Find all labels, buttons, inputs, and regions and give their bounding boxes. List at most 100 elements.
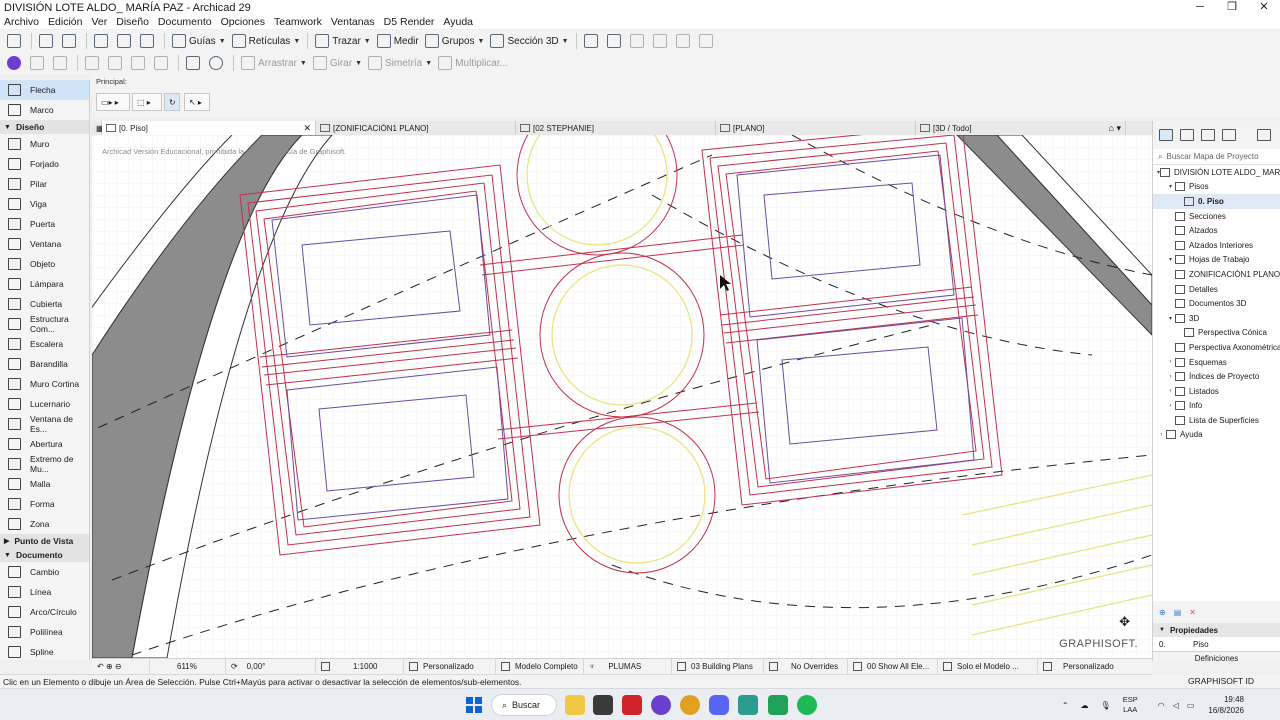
graphic-override-selector[interactable]: No Overrides [764, 658, 848, 675]
navigator-item-secciones[interactable]: Secciones [1153, 209, 1280, 224]
orientation-value[interactable]: ⟳ 0,00° [226, 658, 316, 675]
whatsapp-icon[interactable] [768, 695, 788, 715]
tool-arco-circulo[interactable]: Arco/Círculo [0, 602, 89, 622]
navigator-item-hojas-de-trabajo[interactable]: ▾ Hojas de Trabajo [1153, 253, 1280, 268]
close-button[interactable]: ✕ [1248, 0, 1280, 15]
profile-icon[interactable] [4, 53, 27, 73]
renovation-filter-selector[interactable]: 00 Show All Ele... [848, 658, 938, 675]
navigator-item-indices-de-proyecto[interactable]: › Índices de Proyecto [1153, 369, 1280, 384]
section3d-button[interactable]: Sección 3D ▼ [487, 31, 571, 51]
tool-linea[interactable]: Línea [0, 582, 89, 602]
structure-display-selector[interactable]: Modelo Completo [496, 658, 584, 675]
expand-toggle-icon[interactable]: › [1166, 403, 1175, 409]
tab-plano[interactable]: [PLANO] [716, 121, 916, 135]
tab-overview-icon[interactable]: ▦ [92, 121, 104, 135]
tool-lucernario[interactable]: Lucernario [0, 394, 89, 414]
volume-icon[interactable]: ◁ [1173, 701, 1179, 710]
home-icon[interactable] [4, 31, 27, 51]
layout-icon[interactable] [82, 53, 105, 73]
expand-toggle-icon[interactable]: ▾ [1166, 183, 1175, 190]
navigator-item-documentos-3d[interactable]: Documentos 3D [1153, 296, 1280, 311]
archicad-icon[interactable] [738, 695, 758, 715]
menu-teamwork[interactable]: Teamwork [274, 16, 322, 28]
floor-plan-canvas[interactable]: Archicad Versión Educacional, prohibida … [92, 135, 1152, 658]
camera-icon[interactable] [105, 53, 128, 73]
windows-start-icon[interactable] [466, 697, 482, 713]
tab-stephanie[interactable]: [02 STEPHANIE] [516, 121, 716, 135]
tool-muro-cortina[interactable]: Muro Cortina [0, 374, 89, 394]
tab-0-piso[interactable]: [0. Piso] ✕ [102, 121, 316, 135]
navigator-item-alzados-interiores[interactable]: Alzados Interiores [1153, 238, 1280, 253]
navigator-item-perspectiva-axonometrica[interactable]: Perspectiva Axonométrica [1153, 340, 1280, 355]
tool-muro[interactable]: Muro [0, 134, 89, 154]
navigator-item-zonificacion1-plano[interactable]: ZONIFICACIÓN1 PLANO ( [1153, 267, 1280, 282]
tool-marco[interactable]: Marco [0, 100, 89, 120]
section-documento[interactable]: ▼ Documento [0, 548, 89, 562]
tool-flecha[interactable]: Flecha [0, 80, 89, 100]
undo-zoom-icon[interactable]: ↶ [97, 662, 104, 671]
pen-set-selector[interactable]: ♆ PLUMAS [584, 658, 672, 675]
tool-abertura[interactable]: Abertura [0, 434, 89, 454]
sphere-icon[interactable] [50, 53, 73, 73]
settings-icon[interactable]: ▤ [1174, 608, 1182, 617]
fillet-icon[interactable] [650, 31, 673, 51]
navigator-item-esquemas[interactable]: › Esquemas [1153, 355, 1280, 370]
delete-icon[interactable]: ✕ [1189, 608, 1196, 617]
undo-icon[interactable] [36, 31, 59, 51]
property-value[interactable]: Piso [1193, 640, 1209, 649]
tool-malla[interactable]: Malla [0, 474, 89, 494]
view-3d-icon[interactable] [183, 53, 206, 73]
d5-render-icon[interactable] [651, 695, 671, 715]
navigator-item-listados[interactable]: › Listados [1153, 384, 1280, 399]
eyedropper-icon[interactable] [91, 31, 114, 51]
refresh-icon[interactable]: ↻ [164, 93, 180, 111]
offset-icon[interactable] [696, 31, 719, 51]
cad-app-icon[interactable] [593, 695, 613, 715]
close-icon[interactable]: ✕ [303, 123, 311, 134]
tool-objeto[interactable]: Objeto [0, 254, 89, 274]
guides-button[interactable]: Guías ▼ [169, 31, 229, 51]
rotate-button[interactable]: Girar ▼ [310, 53, 365, 73]
box-icon[interactable] [151, 53, 174, 73]
mvo-selector[interactable]: 03 Building Plans [672, 658, 764, 675]
chevron-up-icon[interactable]: ⌃ [1062, 701, 1069, 710]
pencil-icon[interactable] [114, 31, 137, 51]
zoom-value[interactable]: 611% [150, 658, 226, 675]
groups-button[interactable]: Grupos ▼ [422, 31, 488, 51]
navigator-item-3d[interactable]: ▾ 3D [1153, 311, 1280, 326]
tool-zona[interactable]: Zona [0, 514, 89, 534]
navigator-item-division-lote-aldo-maria-paz[interactable]: ▾DIVISIÓN LOTE ALDO_ MARÍA PAZ [1153, 165, 1280, 180]
split-icon[interactable] [581, 31, 604, 51]
tool-ventana-de-es[interactable]: Ventana de Es... [0, 414, 89, 434]
wifi-icon[interactable]: ◠ [1158, 701, 1165, 710]
layout-book-icon[interactable] [1201, 129, 1215, 141]
scale-selector[interactable]: 1:1000 [316, 658, 404, 675]
project-map-icon[interactable] [1159, 129, 1173, 141]
cube-icon[interactable] [27, 53, 50, 73]
tool-ventana[interactable]: Ventana [0, 234, 89, 254]
add-icon[interactable]: ⊕ [1159, 608, 1166, 617]
navigator-item-detalles[interactable]: Detalles [1153, 282, 1280, 297]
mirror-button[interactable]: Simetría ▼ [365, 53, 435, 73]
adjust-icon[interactable] [627, 31, 650, 51]
gear-icon[interactable] [206, 53, 229, 73]
taskbar-search[interactable]: ⌕ Buscar [491, 694, 557, 716]
file-explorer-icon[interactable] [565, 695, 585, 715]
expand-toggle-icon[interactable]: ▾ [1166, 256, 1175, 263]
menu-icon[interactable] [1257, 129, 1271, 141]
menu-diseno[interactable]: Diseño [116, 16, 149, 28]
expand-toggle-icon[interactable]: › [1166, 388, 1175, 394]
menu-archivo[interactable]: Archivo [4, 16, 39, 28]
syringe-icon[interactable] [137, 31, 160, 51]
tab-3d-todo[interactable]: [3D / Todo] ⌂ ▾ [916, 121, 1126, 135]
clock[interactable]: 19:48 16/8/2026 [1208, 694, 1280, 716]
spotify-icon[interactable] [797, 695, 817, 715]
menu-opciones[interactable]: Opciones [221, 16, 265, 28]
tool-estructura-com[interactable]: Estructura Com... [0, 314, 89, 334]
navigator-item-lista-de-superficies[interactable]: Lista de Superficies [1153, 413, 1280, 428]
dimension-selector[interactable]: Personalizado [1038, 659, 1148, 675]
zoom-in-icon[interactable]: ⊕ [106, 662, 113, 671]
tab-menu-icon[interactable]: ⌂ ▾ [1109, 123, 1121, 134]
mic-icon[interactable]: 🎙 [1101, 701, 1111, 710]
marquee-shape-button[interactable]: ⬚ ▸ [132, 93, 162, 111]
